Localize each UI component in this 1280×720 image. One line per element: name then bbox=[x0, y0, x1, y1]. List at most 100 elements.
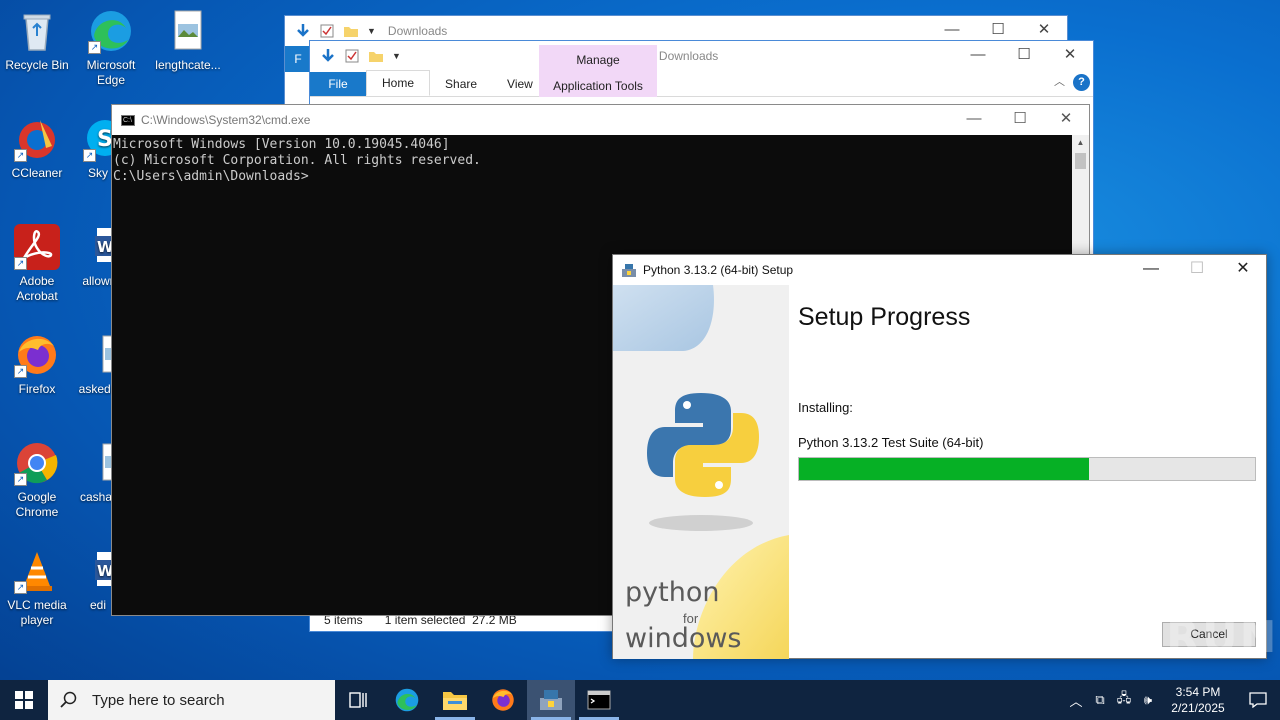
minimize-button[interactable]: — bbox=[955, 41, 1001, 71]
shortcut-arrow-icon: ↗ bbox=[14, 581, 27, 594]
taskbar-search-box[interactable]: Type here to search bbox=[48, 680, 335, 720]
windows-logo-icon bbox=[15, 691, 33, 709]
brand-text-python: python bbox=[625, 577, 720, 608]
desktop-icon-label: Microsoft Edge bbox=[86, 58, 136, 87]
help-icon[interactable]: ? bbox=[1073, 74, 1090, 91]
taskbar-cmd[interactable] bbox=[575, 680, 623, 720]
desktop-icon-label: VLC media player bbox=[7, 598, 67, 627]
clock[interactable]: 3:54 PM 2/21/2025 bbox=[1160, 684, 1236, 716]
ccleaner-icon: ↗ bbox=[14, 116, 60, 162]
tab-share[interactable]: Share bbox=[430, 72, 492, 96]
desktop-icon-label: CCleaner bbox=[11, 166, 63, 180]
start-button[interactable] bbox=[0, 680, 48, 720]
maximize-button[interactable]: ☐ bbox=[1001, 41, 1047, 71]
taskbar-python-setup[interactable] bbox=[527, 680, 575, 720]
maximize-button[interactable]: ☐ bbox=[997, 105, 1043, 135]
console-line: (c) Microsoft Corporation. All rights re… bbox=[113, 153, 481, 168]
current-package-label: Python 3.13.2 Test Suite (64-bit) bbox=[798, 435, 984, 450]
acrobat-icon: ↗ bbox=[14, 224, 60, 270]
console-line: Microsoft Windows [Version 10.0.19045.40… bbox=[113, 137, 450, 152]
shortcut-arrow-icon: ↗ bbox=[14, 257, 27, 270]
shortcut-arrow-icon: ↗ bbox=[14, 473, 27, 486]
cmd-icon: C:\ bbox=[121, 114, 135, 126]
shortcut-arrow-icon: ↗ bbox=[14, 365, 27, 378]
chevron-down-icon[interactable]: ▼ bbox=[367, 26, 376, 36]
console-output[interactable]: Microsoft Windows [Version 10.0.19045.40… bbox=[112, 135, 1089, 187]
desktop-icon-microsoft-edge[interactable]: ↗ Microsoft Edge bbox=[74, 8, 148, 88]
minimize-button[interactable]: — bbox=[1128, 255, 1174, 285]
installer-icon bbox=[622, 264, 636, 277]
download-arrow-icon bbox=[297, 24, 309, 37]
edge-icon: ↗ bbox=[88, 8, 134, 54]
properties-icon[interactable] bbox=[319, 23, 335, 39]
tab-home[interactable]: Home bbox=[366, 70, 431, 96]
task-view-button[interactable] bbox=[335, 680, 383, 720]
desktop-icon-firefox[interactable]: ↗ Firefox bbox=[0, 332, 74, 397]
shortcut-arrow-icon: ↗ bbox=[14, 149, 27, 162]
clock-date: 2/21/2025 bbox=[1171, 701, 1225, 715]
download-arrow-icon bbox=[322, 49, 334, 62]
taskbar-file-explorer[interactable] bbox=[431, 680, 479, 720]
vlc-icon: ↗ bbox=[14, 548, 60, 594]
desktop-icon-ccleaner[interactable]: ↗ CCleaner bbox=[0, 116, 74, 181]
console-prompt: C:\Users\admin\Downloads> bbox=[113, 169, 309, 184]
minimize-button[interactable]: — bbox=[951, 105, 997, 135]
maximize-button: ☐ bbox=[1189, 260, 1205, 277]
close-button[interactable]: ✕ bbox=[1220, 255, 1266, 285]
image-file-icon bbox=[83, 332, 126, 378]
window-title: C:\Windows\System32\cmd.exe bbox=[141, 113, 311, 127]
window-title: Downloads bbox=[387, 24, 448, 38]
image-file-icon bbox=[165, 8, 211, 54]
desktop-icon-lengthcate[interactable]: lengthcate... bbox=[148, 8, 228, 73]
python-setup-dialog[interactable]: Python 3.13.2 (64-bit) Setup — ☐ ✕ pytho… bbox=[612, 254, 1267, 659]
taskbar-edge[interactable] bbox=[383, 680, 431, 720]
folder-icon[interactable] bbox=[343, 23, 359, 39]
window-title: Downloads bbox=[658, 49, 719, 63]
manage-tab-group: Manage Application Tools bbox=[539, 45, 657, 97]
taskbar-firefox[interactable] bbox=[479, 680, 527, 720]
shortcut-arrow-icon: ↗ bbox=[88, 41, 101, 54]
tab-file[interactable]: File bbox=[310, 72, 366, 96]
desktop-icon-label: Recycle Bin bbox=[5, 58, 69, 72]
installer-icon bbox=[540, 690, 562, 710]
network-activity-icon[interactable]: ⧉ bbox=[1088, 692, 1112, 708]
chevron-down-icon[interactable]: ▼ bbox=[392, 51, 401, 61]
file-tab[interactable]: F bbox=[285, 46, 311, 72]
taskbar: Type here to search ︿ ⧉ 🖧 🕪 3:54 PM 2/21… bbox=[0, 680, 1280, 720]
close-button[interactable]: ✕ bbox=[1047, 41, 1093, 71]
notification-center-button[interactable] bbox=[1236, 692, 1280, 708]
clock-time: 3:54 PM bbox=[1175, 685, 1221, 699]
volume-icon[interactable]: 🕪 bbox=[1136, 692, 1160, 708]
scroll-up-icon[interactable]: ▲ bbox=[1072, 135, 1089, 151]
collapse-ribbon-icon[interactable]: ︿ bbox=[1054, 73, 1065, 89]
search-icon bbox=[60, 691, 77, 708]
word-document-icon: W bbox=[83, 548, 119, 594]
desktop-icon-label: Firefox bbox=[18, 382, 56, 396]
skype-icon: S ↗ bbox=[83, 116, 123, 162]
manage-label: Manage bbox=[576, 53, 620, 67]
image-file-icon bbox=[83, 440, 126, 486]
network-icon[interactable]: 🖧 bbox=[1112, 689, 1136, 711]
close-button[interactable]: ✕ bbox=[1043, 105, 1089, 135]
python-sidebar-banner: python for windows bbox=[613, 285, 789, 659]
desktop-icon-adobe-acrobat[interactable]: ↗ Adobe Acrobat bbox=[0, 224, 74, 304]
firefox-icon: ↗ bbox=[14, 332, 60, 378]
chevron-up-icon[interactable]: ︿ bbox=[1064, 691, 1088, 710]
properties-icon[interactable] bbox=[344, 48, 360, 64]
desktop-icon-vlc[interactable]: ↗ VLC media player bbox=[0, 548, 74, 628]
system-tray: ︿ ⧉ 🖧 🕪 3:54 PM 2/21/2025 bbox=[1064, 680, 1280, 720]
folder-icon[interactable] bbox=[368, 48, 384, 64]
setup-heading: Setup Progress bbox=[798, 303, 971, 331]
notification-icon bbox=[1249, 692, 1267, 708]
desktop-icon-label: lengthcate... bbox=[155, 58, 221, 72]
desktop-icon-label: Adobe Acrobat bbox=[16, 274, 58, 303]
progress-fill bbox=[799, 458, 1089, 480]
firefox-icon bbox=[492, 689, 514, 711]
desktop-icon-recycle-bin[interactable]: Recycle Bin bbox=[0, 8, 74, 73]
scroll-thumb[interactable] bbox=[1075, 153, 1086, 169]
installing-label: Installing: bbox=[798, 400, 853, 415]
desktop-icon-google-chrome[interactable]: ↗ Google Chrome bbox=[0, 440, 74, 520]
tab-application-tools[interactable]: Application Tools bbox=[539, 75, 657, 97]
file-explorer-icon bbox=[443, 692, 467, 710]
task-view-icon bbox=[349, 692, 367, 708]
